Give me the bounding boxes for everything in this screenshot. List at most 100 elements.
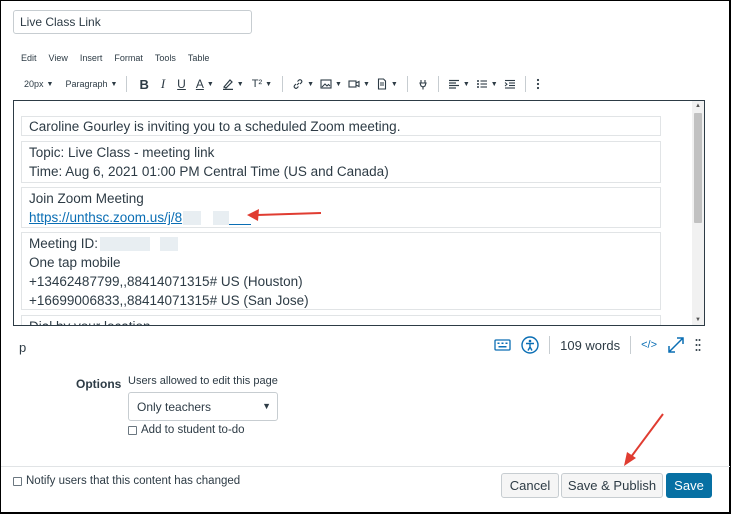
more-options-button[interactable] bbox=[532, 74, 544, 94]
menu-view[interactable]: View bbox=[49, 53, 68, 63]
editor-paragraph[interactable]: Caroline Gourley is inviting you to a sc… bbox=[21, 116, 661, 136]
toolbar-divider bbox=[406, 76, 408, 92]
image-icon bbox=[320, 79, 332, 89]
document-icon bbox=[377, 78, 386, 90]
accessibility-icon[interactable] bbox=[521, 336, 539, 354]
notify-checkbox[interactable] bbox=[13, 476, 22, 486]
zoom-meeting-link[interactable]: https://unthsc.zoom.us/j/8 bbox=[29, 210, 182, 225]
editor-toolbar: 20px ▼ Paragraph ▼ B I U A ▼ ▼ T² ▼ ▼ ▼ … bbox=[21, 74, 544, 94]
element-path[interactable]: p bbox=[19, 340, 26, 355]
media-button[interactable]: ▼ bbox=[345, 74, 373, 94]
chevron-down-icon: ▼ bbox=[236, 80, 244, 88]
editor-paragraph[interactable]: Dial by your location bbox=[21, 315, 661, 325]
text-color-icon: A bbox=[195, 77, 204, 91]
tap-houston-text: +13462487799,,88414071315# US (Houston) bbox=[29, 274, 303, 289]
save-and-publish-button[interactable]: Save & Publish bbox=[561, 473, 663, 498]
editor-statusbar-tools: 109 words </> bbox=[494, 336, 701, 354]
html-editor-toggle[interactable]: </> bbox=[641, 339, 657, 351]
resize-handle-icon[interactable] bbox=[695, 338, 701, 352]
italic-icon: I bbox=[160, 76, 166, 91]
student-todo-checkbox[interactable] bbox=[128, 425, 137, 435]
page-title-input[interactable] bbox=[13, 10, 252, 34]
link-underline-tail bbox=[229, 211, 252, 226]
statusbar-divider bbox=[630, 336, 632, 354]
editor-paragraph[interactable]: Join Zoom Meeting https://unthsc.zoom.us… bbox=[21, 187, 661, 228]
font-size-value: 20px bbox=[24, 79, 44, 89]
align-left-icon bbox=[448, 79, 459, 89]
intro-text: Caroline Gourley is inviting you to a sc… bbox=[29, 119, 401, 134]
bold-icon: B bbox=[139, 76, 149, 92]
chevron-down-icon: ▼ bbox=[262, 401, 271, 411]
toolbar-divider bbox=[524, 76, 526, 92]
block-format-dropdown[interactable]: Paragraph ▼ bbox=[62, 74, 120, 94]
edit-permission-label: Users allowed to edit this page bbox=[128, 375, 278, 387]
highlight-color-button[interactable]: ▼ bbox=[218, 74, 248, 94]
save-button[interactable]: Save bbox=[666, 473, 712, 498]
editor-paragraph[interactable]: Meeting ID: One tap mobile +13462487799,… bbox=[21, 232, 661, 310]
cancel-button[interactable]: Cancel bbox=[501, 473, 559, 498]
menu-edit[interactable]: Edit bbox=[21, 53, 37, 63]
editor-menubar: Edit View Insert Format Tools Table bbox=[21, 53, 209, 63]
edit-permission-value: Only teachers bbox=[137, 400, 212, 414]
bullet-list-icon bbox=[476, 80, 487, 88]
tap-sanjose-text: +16699006833,,88414071315# US (San Jose) bbox=[29, 293, 309, 308]
chevron-down-icon: ▼ bbox=[307, 80, 314, 88]
text-color-button[interactable]: A ▼ bbox=[192, 74, 218, 94]
chevron-down-icon: ▼ bbox=[46, 80, 54, 88]
cut-off-text: Dial by your location bbox=[29, 317, 660, 325]
apps-button[interactable] bbox=[414, 74, 432, 94]
scroll-down-icon[interactable]: ▼ bbox=[695, 317, 701, 323]
footer-divider bbox=[1, 466, 730, 467]
menu-tools[interactable]: Tools bbox=[155, 53, 176, 63]
window-frame: Edit View Insert Format Tools Table 20px… bbox=[0, 0, 731, 514]
toolbar-divider bbox=[437, 76, 439, 92]
topic-text: Topic: Live Class - meeting link bbox=[29, 145, 215, 160]
scrollbar-thumb[interactable] bbox=[694, 113, 702, 223]
toolbar-divider bbox=[126, 76, 128, 92]
chevron-down-icon: ▼ bbox=[265, 80, 273, 88]
fullscreen-icon[interactable] bbox=[667, 336, 685, 354]
block-format-value: Paragraph bbox=[65, 79, 108, 89]
superscript-button[interactable]: T² ▼ bbox=[248, 74, 276, 94]
chevron-down-icon: ▼ bbox=[490, 80, 498, 88]
keyboard-icon[interactable] bbox=[494, 338, 511, 352]
time-text: Time: Aug 6, 2021 01:00 PM Central Time … bbox=[29, 164, 389, 179]
options-label: Options bbox=[76, 377, 122, 391]
more-vertical-icon bbox=[536, 78, 539, 90]
superscript-icon: T² bbox=[251, 78, 263, 90]
chevron-down-icon: ▼ bbox=[362, 80, 370, 88]
link-icon bbox=[293, 79, 303, 89]
notify-option[interactable]: Notify users that this content has chang… bbox=[13, 475, 240, 487]
redacted-block bbox=[183, 211, 202, 226]
join-heading: Join Zoom Meeting bbox=[29, 191, 144, 206]
underline-button[interactable]: U bbox=[171, 74, 192, 94]
redacted-block bbox=[100, 237, 151, 252]
scroll-up-icon[interactable]: ▲ bbox=[695, 103, 701, 109]
annotation-arrow-publish bbox=[624, 413, 664, 466]
rich-content-editor[interactable]: Caroline Gourley is inviting you to a sc… bbox=[13, 100, 705, 326]
editor-paragraph[interactable]: Topic: Live Class - meeting link Time: A… bbox=[21, 141, 661, 183]
chevron-down-icon: ▼ bbox=[206, 80, 214, 88]
highlighter-icon bbox=[222, 79, 233, 90]
menu-insert[interactable]: Insert bbox=[80, 53, 103, 63]
student-todo-option[interactable]: Add to student to-do bbox=[128, 424, 245, 436]
notify-label: Notify users that this content has chang… bbox=[26, 475, 241, 487]
edit-permission-select[interactable]: Only teachers ▼ bbox=[128, 392, 278, 421]
bold-button[interactable]: B bbox=[133, 74, 154, 94]
align-button[interactable]: ▼ bbox=[445, 74, 473, 94]
toolbar-divider bbox=[282, 76, 284, 92]
menu-table[interactable]: Table bbox=[188, 53, 210, 63]
media-icon bbox=[348, 80, 360, 88]
chevron-down-icon: ▼ bbox=[335, 80, 342, 88]
indent-button[interactable] bbox=[501, 74, 519, 94]
image-button[interactable]: ▼ bbox=[317, 74, 345, 94]
plug-icon bbox=[419, 80, 427, 90]
editor-scrollbar[interactable]: ▲ ▼ bbox=[692, 101, 704, 325]
link-button[interactable]: ▼ bbox=[289, 74, 317, 94]
document-button[interactable]: ▼ bbox=[373, 74, 401, 94]
menu-format[interactable]: Format bbox=[114, 53, 143, 63]
chevron-down-icon: ▼ bbox=[462, 80, 470, 88]
font-size-dropdown[interactable]: 20px ▼ bbox=[21, 74, 56, 94]
italic-button[interactable]: I bbox=[155, 74, 171, 94]
list-button[interactable]: ▼ bbox=[473, 74, 501, 94]
